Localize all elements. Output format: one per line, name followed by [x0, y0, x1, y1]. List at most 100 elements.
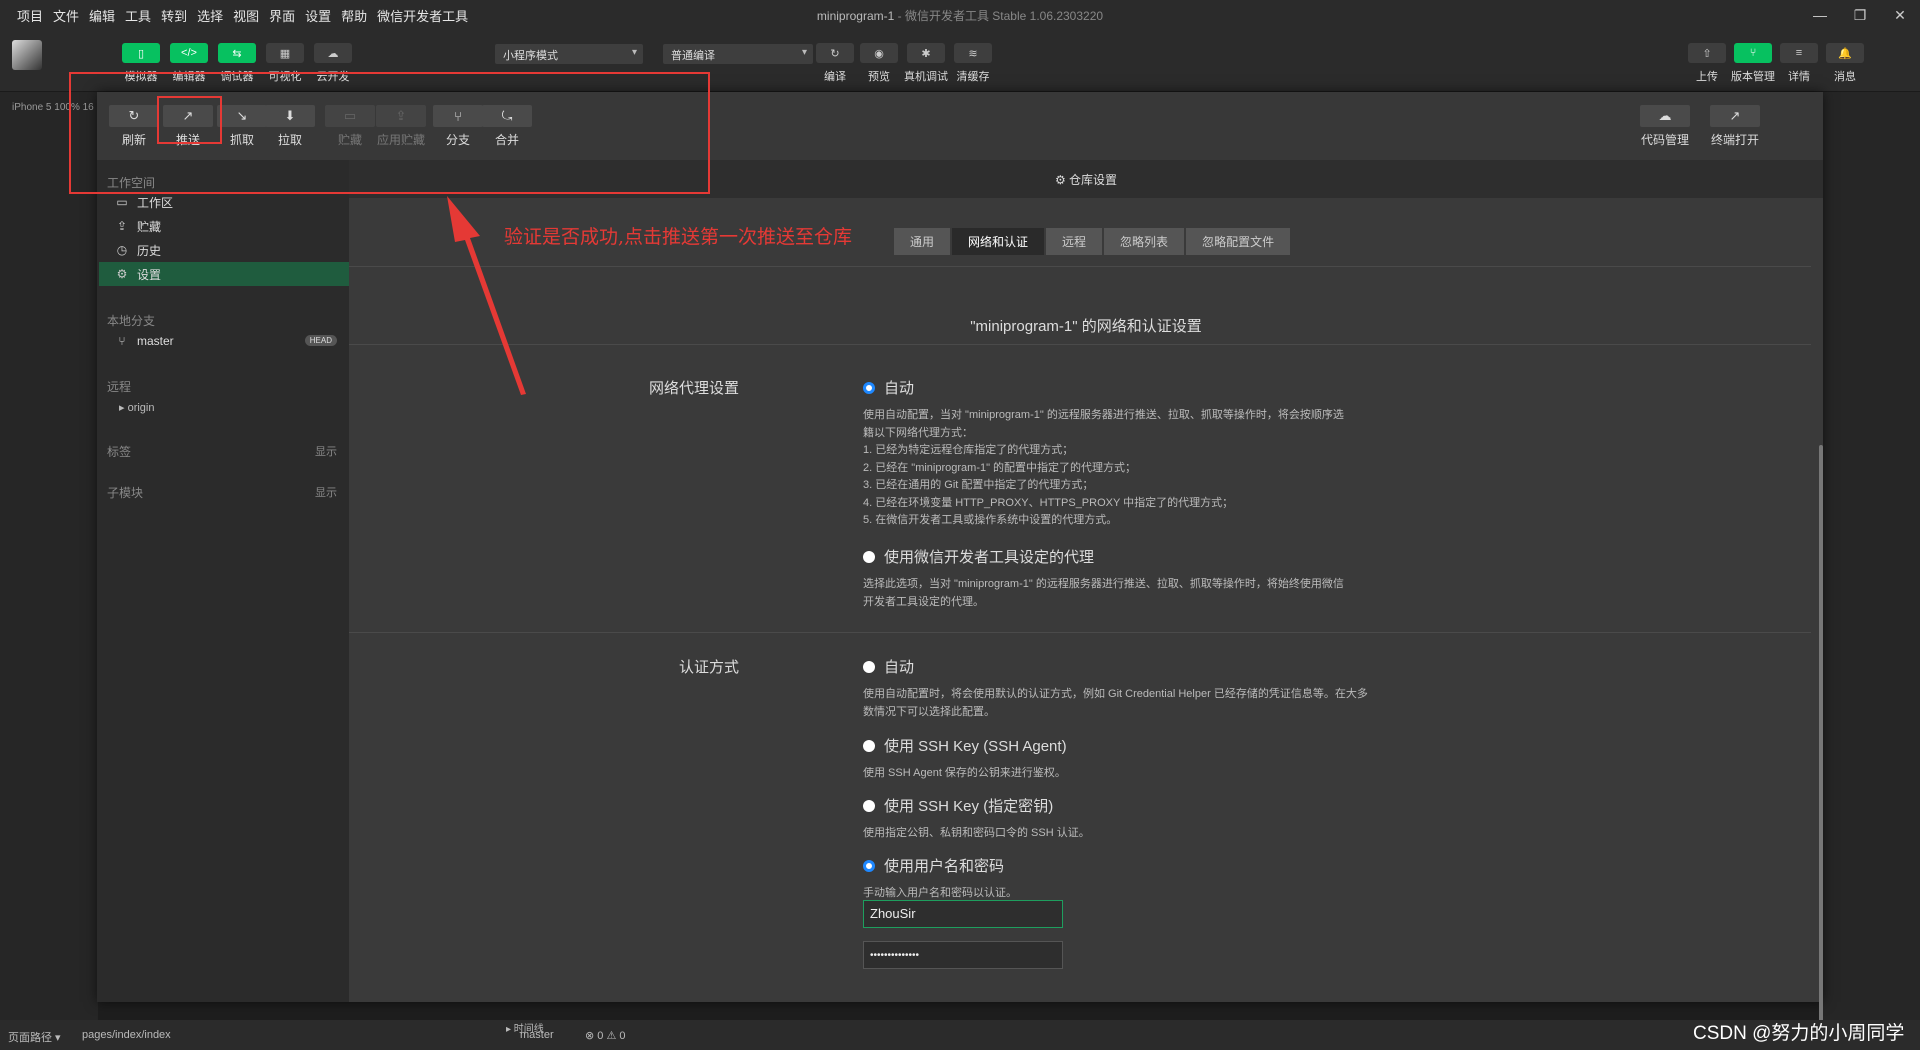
- password-input[interactable]: ••••••••••••••: [863, 941, 1063, 969]
- version-button[interactable]: ⑂ 版本管理: [1731, 43, 1775, 84]
- radio-dot: [863, 739, 875, 752]
- refresh-icon: ↻: [816, 43, 854, 63]
- simulator-button[interactable]: ▯ 模拟器: [122, 43, 160, 84]
- username-input[interactable]: ZhouSir: [863, 900, 1063, 928]
- branch-label: 分支: [445, 133, 470, 147]
- divider: [349, 266, 1811, 267]
- tab-network-auth[interactable]: 网络和认证: [952, 228, 1045, 255]
- stash-icon: ⇪: [116, 219, 128, 233]
- tab-general[interactable]: 通用: [894, 228, 951, 255]
- device-info: iPhone 5 100% 16: [12, 102, 94, 113]
- menu-select[interactable]: 选择: [192, 6, 228, 25]
- pull-icon: ⬇: [265, 105, 315, 127]
- layers-icon: ≋: [954, 43, 992, 63]
- auth-ssh-key-radio[interactable]: 使用 SSH Key (指定密钥): [863, 795, 1053, 816]
- preview-label: 预览: [868, 71, 890, 83]
- window-controls: — ❐ ✕: [1800, 0, 1920, 30]
- tags-show-link[interactable]: 显示: [315, 443, 337, 459]
- push-button[interactable]: ↗ 推送: [163, 105, 213, 148]
- menu-interface[interactable]: 界面: [264, 6, 300, 25]
- preview-button[interactable]: ◉ 预览: [860, 43, 898, 84]
- radio-dot: [863, 550, 875, 563]
- remote-header: 远程: [107, 380, 132, 394]
- details-button[interactable]: ≡ 详情: [1780, 43, 1818, 84]
- page-path-label[interactable]: 页面路径 ▾: [8, 1029, 61, 1045]
- debugger-label: 调试器: [220, 71, 254, 83]
- messages-button[interactable]: 🔔 消息: [1826, 43, 1864, 84]
- auth-ssh-agent-label: 使用 SSH Key (SSH Agent): [884, 738, 1067, 755]
- minimize-button[interactable]: —: [1800, 0, 1840, 30]
- menu-settings[interactable]: 设置: [300, 6, 336, 25]
- proxy-wechat-radio[interactable]: 使用微信开发者工具设定的代理: [863, 546, 1094, 567]
- repo-settings-header: ⚙ 仓库设置: [349, 160, 1823, 198]
- cloud-icon: ☁: [314, 43, 352, 63]
- status-bar: 页面路径 ▾ pages/index/index ▸ 时间线 master ⊗ …: [0, 1020, 1920, 1050]
- proxy-auto-radio[interactable]: 自动: [863, 377, 914, 398]
- restore-button[interactable]: ❐: [1840, 0, 1880, 30]
- auth-userpass-radio[interactable]: 使用用户名和密码: [863, 855, 1004, 876]
- desc-line: 1. 已经为特定远程仓库指定了的代理方式；: [863, 444, 1074, 456]
- branch-icon: ⑂: [1734, 43, 1772, 63]
- pull-button[interactable]: ⬇ 拉取: [265, 105, 315, 148]
- sidebar-item-history[interactable]: ◷ 历史: [99, 238, 349, 262]
- status-branch: master: [520, 1029, 554, 1041]
- menu-help[interactable]: 帮助: [336, 6, 372, 25]
- submodule-show-link[interactable]: 显示: [315, 484, 337, 500]
- menu-edit[interactable]: 编辑: [84, 6, 120, 25]
- sidebar-item-workspace[interactable]: ▭ 工作区: [99, 190, 349, 214]
- scrollbar[interactable]: [1819, 445, 1823, 1050]
- open-terminal-button[interactable]: ↗ 终端打开: [1710, 105, 1760, 148]
- sidebar-item-label: 贮藏: [137, 219, 162, 234]
- menu-devtools[interactable]: 微信开发者工具: [372, 6, 473, 25]
- compile-button[interactable]: ↻ 编译: [816, 43, 854, 84]
- visual-button[interactable]: ▦ 可视化: [266, 43, 304, 84]
- proxy-auto-label: 自动: [884, 380, 915, 397]
- auth-label: 认证方式: [678, 659, 739, 676]
- avatar[interactable]: [12, 40, 42, 70]
- settings-panel: ⚙ 仓库设置 通用 网络和认证 远程 忽略列表 忽略配置文件 "miniprog…: [349, 160, 1823, 1050]
- close-button[interactable]: ✕: [1880, 0, 1920, 30]
- remote-debug-button[interactable]: ✱ 真机调试: [904, 43, 948, 84]
- desc-line: 4. 已经在环境变量 HTTP_PROXY、HTTPS_PROXY 中指定了的代…: [863, 496, 1234, 509]
- merge-button[interactable]: ⤿ 合并: [482, 105, 532, 148]
- apply-stash-button[interactable]: ⇪ 应用贮藏: [376, 105, 426, 148]
- menu-tools[interactable]: 工具: [120, 6, 156, 25]
- tab-remote[interactable]: 远程: [1046, 228, 1103, 255]
- desc-line: 籍以下网络代理方式：: [863, 426, 973, 439]
- auth-auto-radio[interactable]: 自动: [863, 656, 914, 677]
- proxy-auto-desc: 使用自动配置，当对 "miniprogram-1" 的远程服务器进行推送、拉取、…: [863, 407, 1344, 530]
- debugger-button[interactable]: ⇆ 调试器: [218, 43, 256, 84]
- clear-cache-button[interactable]: ≋ 清缓存: [954, 43, 992, 84]
- menu-goto[interactable]: 转到: [156, 6, 192, 25]
- mode-select[interactable]: 小程序模式: [495, 44, 643, 64]
- menu-file[interactable]: 文件: [48, 6, 84, 25]
- sidebar-item-settings[interactable]: ⚙ 设置: [99, 262, 349, 286]
- cloud-button[interactable]: ☁ 云开发: [314, 43, 352, 84]
- auth-ssh-agent-radio[interactable]: 使用 SSH Key (SSH Agent): [863, 735, 1067, 756]
- merge-label: 合并: [494, 133, 519, 147]
- refresh-button[interactable]: ↻ 刷新: [109, 105, 159, 148]
- branch-button[interactable]: ⑂ 分支: [433, 105, 483, 148]
- status-problems[interactable]: ⊗ 0 ⚠ 0: [585, 1029, 625, 1042]
- branch-master[interactable]: ⑂ master HEAD: [99, 329, 349, 353]
- eye-icon: ◉: [860, 43, 898, 63]
- menu-project[interactable]: 项目: [12, 6, 48, 25]
- tab-ignore-list[interactable]: 忽略列表: [1104, 228, 1185, 255]
- desc-line: 使用自动配置，当对 "miniprogram-1" 的远程服务器进行推送、拉取、…: [863, 409, 1344, 421]
- code-management-button[interactable]: ☁ 代码管理: [1640, 105, 1690, 148]
- sidebar-item-stash[interactable]: ⇪ 贮藏: [99, 214, 349, 238]
- auth-auto-desc: 使用自动配置时，将会使用默认的认证方式，例如 Git Credential He…: [863, 686, 1368, 721]
- editor-button[interactable]: </> 编辑器: [170, 43, 208, 84]
- remote-origin[interactable]: ▸ origin: [99, 395, 349, 419]
- tab-ignore-config[interactable]: 忽略配置文件: [1186, 228, 1291, 255]
- stash-button[interactable]: ▭ 贮藏: [325, 105, 375, 148]
- page-path: pages/index/index: [82, 1029, 171, 1041]
- settings-tabs: 通用 网络和认证 远程 忽略列表 忽略配置文件: [894, 228, 1291, 255]
- upload-button[interactable]: ⇧ 上传: [1688, 43, 1726, 84]
- desc-line: 选择此选项，当对 "miniprogram-1" 的远程服务器进行推送、拉取、抓…: [863, 578, 1344, 590]
- compile-select[interactable]: 普通编译: [663, 44, 813, 64]
- bell-icon: 🔔: [1826, 43, 1864, 63]
- fetch-button[interactable]: ↘ 抓取: [217, 105, 267, 148]
- menu-view[interactable]: 视图: [228, 6, 264, 25]
- push-label: 推送: [175, 133, 200, 147]
